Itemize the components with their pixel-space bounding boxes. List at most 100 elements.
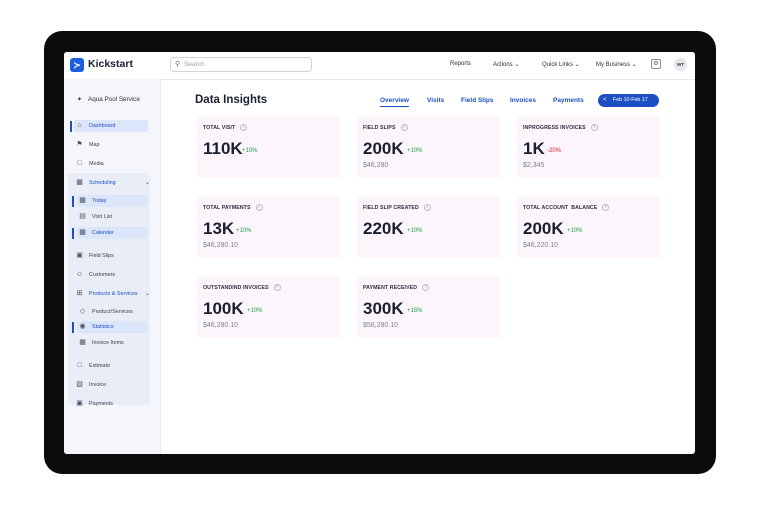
info-icon[interactable]: ? (602, 204, 610, 211)
card-outstanding-invoices: OUTSTANDIND INVOICES? 100K +10% $46,280.… (197, 276, 340, 338)
info-icon[interactable]: ? (590, 124, 598, 131)
sidebar-item-label: Payments (89, 401, 113, 407)
settings-icon[interactable]: ⚙ (651, 59, 661, 69)
card-total-account-balance: TOTAL ACCOUNT BALANCE? 200K +10% $46,220… (517, 196, 660, 258)
sidebar-item-payments[interactable]: ▣ Payments (74, 398, 113, 410)
card-subvalue: $2,345 (523, 162, 545, 169)
sidebar-item-today[interactable]: ▦ Today (77, 195, 148, 207)
estimate-icon: □ (77, 362, 82, 369)
card-field-slips: FIELD SLIPS? 200K +10% $46,280 (357, 116, 500, 178)
card-value: 13K (203, 219, 235, 238)
business-name: Aqua Pool Service (88, 96, 140, 103)
card-label: TOTAL PAYMENTS (203, 204, 251, 211)
app-screen: ≻ Kickstart ⚲ Reports Actions ⌄ Quick Li… (64, 52, 695, 454)
card-change: +10% (247, 308, 263, 314)
nav-my-business[interactable]: My Business ⌄ (596, 61, 637, 68)
chevron-down-icon[interactable]: ⌄ (145, 290, 150, 297)
sidebar-item-invoice-items[interactable]: ▦ Invoice Items (77, 337, 124, 349)
card-subvalue: $46,280.10 (203, 322, 239, 329)
nav-reports[interactable]: Reports (450, 61, 471, 67)
chevron-down-icon[interactable]: ⌄ (145, 179, 150, 186)
info-icon[interactable]: ? (273, 284, 281, 291)
card-value: 110K (203, 139, 243, 158)
sidebar-item-customers[interactable]: ☺ Customers (74, 269, 115, 281)
card-label: TOTAL ACCOUNT BALANCE (523, 204, 598, 211)
tab-invoices[interactable]: Invoices (510, 97, 536, 104)
sidebar-item-statistics[interactable]: ◉ Statistics (77, 321, 148, 333)
page-title: Data Insights (195, 94, 268, 106)
card-value: 100K (203, 299, 244, 318)
info-icon[interactable]: ? (423, 204, 431, 211)
info-icon[interactable]: ? (240, 124, 248, 131)
info-icon[interactable]: ? (422, 284, 430, 291)
card-subvalue: $46,220.10 (523, 242, 559, 249)
card-label: FIELD SLIPS (363, 124, 396, 131)
top-bar: ≻ Kickstart ⚲ Reports Actions ⌄ Quick Li… (64, 52, 695, 80)
folder-icon: □ (77, 160, 82, 167)
search-input[interactable] (184, 59, 304, 70)
sidebar-item-product-services[interactable]: ◇ Product/Services (77, 306, 133, 318)
invoice-icon: ▧ (76, 381, 83, 388)
tab-visits[interactable]: Visits (427, 97, 444, 104)
sidebar-item-label: Scheduling (89, 180, 116, 186)
sidebar-item-estimate[interactable]: □ Estimate (74, 360, 110, 372)
card-payment-received: PAYMENT RECEIVED? 300K +15% $56,280.10 (357, 276, 500, 338)
card-change: +10% (567, 228, 583, 234)
sidebar-item-label: Today (92, 198, 107, 204)
sidebar-item-calender[interactable]: ▦ Calender (77, 227, 148, 239)
calendar-grid-icon: ▦ (79, 229, 86, 236)
sidebar-item-label: Calender (92, 230, 114, 236)
sidebar-item-label: Invoice (89, 382, 107, 388)
sidebar-item-dashboard[interactable]: ⌂ Dashboard (74, 120, 148, 132)
sidebar-item-media[interactable]: □ Media (74, 158, 103, 170)
date-range-button[interactable]: < Feb 10-Feb 17 (598, 94, 659, 107)
kickstart-logo-icon[interactable]: ≻ (70, 58, 84, 72)
active-indicator (72, 228, 74, 239)
sidebar-item-products-services[interactable]: ⊞ Products & Services (74, 288, 138, 300)
sidebar-item-label: Estimate (89, 363, 110, 369)
nav-actions[interactable]: Actions ⌄ (493, 61, 519, 68)
nav-quick-links[interactable]: Quick Links ⌄ (542, 61, 580, 68)
tab-field-slips[interactable]: Field Slips (461, 97, 494, 104)
sidebar-item-label: Statistics (92, 324, 114, 330)
tab-overview[interactable]: Overview (380, 97, 409, 107)
card-subvalue: $46,280.10 (203, 242, 239, 249)
card-change: +15% (407, 308, 423, 314)
sidebar-item-label: Products & Services (89, 291, 138, 297)
date-range-label: Feb 10-Feb 17 (613, 97, 648, 103)
card-subvalue: $56,280.10 (363, 322, 399, 329)
sidebar-item-visit-list[interactable]: ▤ Visit List (77, 211, 112, 223)
card-change: +10% (236, 228, 252, 234)
card-label: PAYMENT RECEIVED (363, 284, 418, 291)
avatar[interactable]: WT (674, 58, 687, 71)
card-value: 200K (523, 219, 564, 238)
active-indicator (70, 121, 72, 132)
search-box[interactable]: ⚲ (170, 57, 312, 72)
card-label: FIELD SLIP CREATED (363, 204, 419, 211)
tab-payments[interactable]: Payments (553, 97, 584, 104)
card-label: TOTAL VISIT (203, 124, 236, 131)
sidebar-item-field-slips[interactable]: ▣ Field Slips (74, 250, 114, 262)
sidebar-item-map[interactable]: ⚑ Map (74, 139, 99, 151)
sidebar-item-label: Product/Services (92, 309, 133, 315)
payments-icon: ▣ (76, 400, 83, 407)
card-label: OUTSTANDIND INVOICES (203, 284, 269, 291)
card-change: +10% (242, 148, 258, 154)
sidebar: ✦ Aqua Pool Service ⌂ Dashboard ⚑ Map □ Medi… (64, 79, 161, 454)
list-icon: ▤ (79, 213, 86, 220)
chevron-left-icon[interactable]: < (603, 94, 607, 107)
card-change: +10% (407, 228, 423, 234)
card-value: 300K (363, 299, 404, 318)
card-change: +10% (407, 148, 423, 154)
invoice-items-icon: ▦ (79, 339, 86, 346)
sidebar-item-scheduling[interactable]: ▦ Scheduling (74, 177, 116, 189)
calendar-icon: ▦ (76, 179, 83, 186)
info-icon[interactable]: ? (400, 124, 408, 131)
sidebar-item-label: Invoice Items (92, 340, 124, 346)
info-icon[interactable]: ? (255, 204, 263, 211)
card-field-slip-created: FIELD SLIP CREATED? 220K +10% (357, 196, 500, 258)
sidebar-item-label: Customers (89, 272, 116, 278)
sidebar-item-invoice[interactable]: ▧ Invoice (74, 379, 106, 391)
calendar-today-icon: ▦ (79, 197, 86, 204)
business-switcher[interactable]: ✦ Aqua Pool Service (77, 96, 140, 103)
